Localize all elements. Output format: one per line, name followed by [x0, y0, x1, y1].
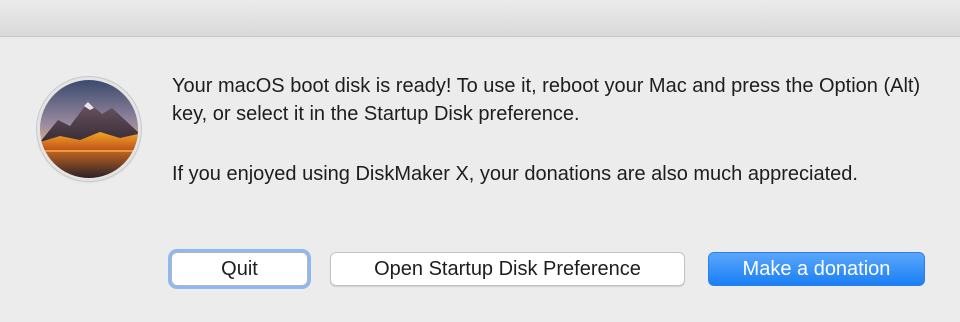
title-bar[interactable]	[0, 0, 960, 37]
macos-high-sierra-icon	[40, 80, 138, 178]
open-startup-disk-button[interactable]: Open Startup Disk Preference	[330, 252, 685, 286]
donation-message: If you enjoyed using DiskMaker X, your d…	[172, 163, 858, 185]
dialog-message: Your macOS boot disk is ready! To use it…	[172, 75, 921, 125]
quit-button[interactable]: Quit	[171, 252, 308, 286]
make-donation-button[interactable]: Make a donation	[708, 252, 925, 286]
dialog-window: Your macOS boot disk is ready! To use it…	[0, 0, 960, 322]
